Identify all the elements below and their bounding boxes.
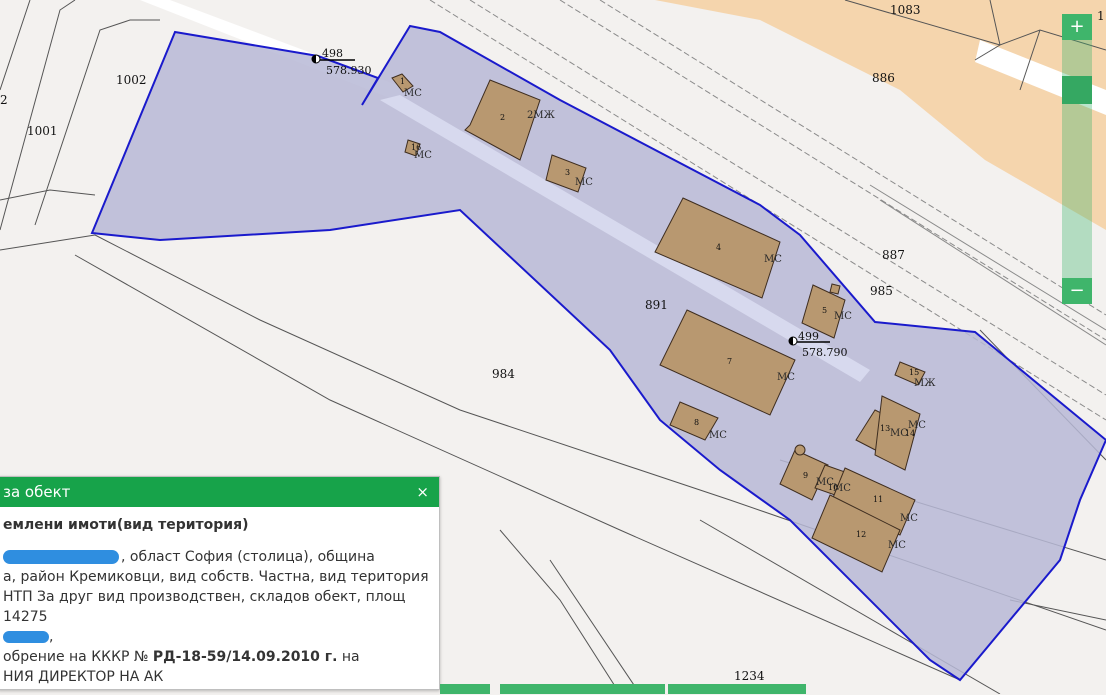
info-line: а, район Кремиковци, вид собств. Частна,… xyxy=(3,569,429,585)
plot-label: 1001 xyxy=(27,124,58,138)
plot-label: 984 xyxy=(492,367,515,381)
plot-label: 1234 xyxy=(734,669,765,683)
building-number-label: 11 xyxy=(873,495,883,504)
info-line: НТП За друг вид производствен, складов о… xyxy=(3,589,406,625)
zoom-out-button[interactable]: − xyxy=(1062,278,1092,304)
building-type-label: 2МЖ xyxy=(527,110,556,121)
building-type-label: МЖ xyxy=(914,378,936,389)
building-type-label: МС xyxy=(833,483,851,494)
building-type-label: МС xyxy=(908,420,926,431)
close-icon[interactable]: × xyxy=(416,477,429,507)
survey-point-elevation: 578.790 xyxy=(802,346,848,359)
plot-label: 887 xyxy=(882,248,905,262)
plot-label: 886 xyxy=(872,71,895,85)
info-line: обрение на КККР № РД-18-59/14.09.2010 г.… xyxy=(3,649,360,665)
building-type-label: МС xyxy=(404,88,422,99)
redaction-mark xyxy=(3,550,119,564)
plot-label: 2 xyxy=(0,93,8,107)
building-number-label: 15 xyxy=(909,368,919,377)
building-type-label: МС xyxy=(890,428,908,439)
info-line: , област София (столица), община xyxy=(3,547,435,567)
plot-label: 1 xyxy=(1097,9,1105,23)
building-number-label: 5 xyxy=(822,306,827,315)
object-info-panel: за обект × емлени имоти(вид територия) ,… xyxy=(0,476,440,690)
survey-point-id: 499 xyxy=(798,330,819,343)
order-number: РД-18-59/14.09.2010 г. xyxy=(152,649,338,665)
plot-label: 1083 xyxy=(890,3,921,17)
panel-heading: емлени имоти(вид територия) xyxy=(3,517,249,533)
building-type-label: МС xyxy=(834,311,852,322)
zoom-in-button[interactable]: + xyxy=(1062,14,1092,40)
survey-marker xyxy=(794,444,806,456)
building-number-label: 1 xyxy=(400,77,405,86)
building-type-label: МС xyxy=(709,430,727,441)
building-type-label: МС xyxy=(816,477,834,488)
zoom-slider-thumb[interactable] xyxy=(1062,76,1092,104)
building-number-label: 3 xyxy=(565,168,570,177)
building-type-label: МС xyxy=(777,372,795,383)
building-type-label: МС xyxy=(900,513,918,524)
building-number-label: 7 xyxy=(727,357,732,366)
building-type-label: МС xyxy=(575,177,593,188)
plot-label: 985 xyxy=(870,284,893,298)
building-type-label: МС xyxy=(764,254,782,265)
building-number-label: 13 xyxy=(880,424,890,433)
redaction-mark xyxy=(3,631,49,643)
plot-label: 891 xyxy=(645,298,668,312)
bottom-toolbar-strip xyxy=(440,684,806,694)
plot-label: 1002 xyxy=(116,73,147,87)
panel-body: емлени имоти(вид територия) , област Соф… xyxy=(0,507,439,695)
zoom-control[interactable]: + − xyxy=(1062,14,1092,304)
survey-point-id: 498 xyxy=(322,47,343,60)
building-number-label: 9 xyxy=(803,471,808,480)
building-type-label: МС xyxy=(414,150,432,161)
building-number-label: 4 xyxy=(716,243,721,252)
panel-header: за обект × xyxy=(0,477,439,507)
panel-title: за обект xyxy=(3,483,71,501)
building-type-label: МС xyxy=(888,540,906,551)
building-number-label: 12 xyxy=(856,530,866,539)
survey-point-elevation: 578.930 xyxy=(326,64,372,77)
building-6 xyxy=(829,283,841,295)
building-number-label: 2 xyxy=(500,113,505,122)
building-number-label: 8 xyxy=(694,418,699,427)
info-line: , xyxy=(3,627,435,647)
